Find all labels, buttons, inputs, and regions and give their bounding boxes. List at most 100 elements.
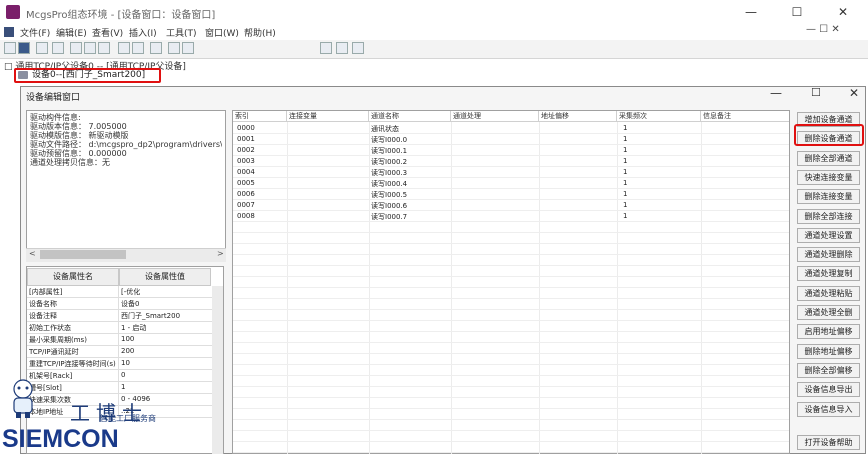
export-device-info-button[interactable]: 设备信息导出	[797, 382, 860, 398]
dialog-minimize-button[interactable]: —	[770, 86, 782, 100]
property-row[interactable]: 初始工作状态 1 - 启动	[27, 322, 223, 334]
channel-processing-paste-button[interactable]: 通道处理粘贴	[797, 285, 860, 301]
row-gridline	[233, 397, 789, 398]
preview-icon[interactable]	[52, 42, 64, 54]
cell-sample-frequency: 1	[623, 168, 628, 176]
grid-icon[interactable]	[182, 42, 194, 54]
open-device-help-button[interactable]: 打开设备帮助	[797, 435, 860, 450]
menu-insert[interactable]: 插入(I)	[129, 26, 157, 39]
property-value[interactable]: 设备0	[121, 299, 221, 309]
property-value[interactable]: 200	[121, 347, 221, 355]
cell-sample-frequency: 1	[623, 135, 628, 143]
arrange-icon[interactable]	[150, 42, 162, 54]
row-gridline	[233, 386, 789, 387]
property-value[interactable]: 0	[121, 371, 221, 379]
tree-device-node[interactable]: 设备0--[西门子_Smart200]	[14, 68, 161, 83]
row-gridline	[233, 331, 789, 332]
minimize-button[interactable]: —	[728, 0, 774, 24]
import-device-info-button[interactable]: 设备信息导入	[797, 401, 860, 417]
col-header-channel-processing[interactable]: 通道处理	[451, 111, 539, 121]
cell-index: 0000	[237, 124, 255, 132]
property-row[interactable]: 重建TCP/IP连接等待时间(s) 10	[27, 358, 223, 370]
dialog-maximize-button[interactable]: ☐	[811, 86, 821, 99]
property-value[interactable]: 西门子_Smart200	[121, 311, 221, 321]
delete-all-offsets-button[interactable]: 删除全部偏移	[797, 362, 860, 378]
property-row[interactable]: 设备名称 设备0	[27, 298, 223, 310]
document-icon[interactable]	[4, 27, 14, 37]
delete-link-variable-button[interactable]: 删除连接变量	[797, 189, 860, 205]
property-value[interactable]: 10	[121, 359, 221, 367]
property-row[interactable]: 设备注释 西门子_Smart200	[27, 310, 223, 322]
menu-help[interactable]: 帮助(H)	[244, 26, 276, 39]
scroll-left-arrow-icon[interactable]: <	[29, 249, 36, 258]
menu-tools[interactable]: 工具(T)	[166, 26, 197, 39]
print-icon[interactable]	[36, 42, 48, 54]
property-row[interactable]: 槽号[Slot] 1	[27, 382, 223, 394]
col-header-address-offset[interactable]: 地址偏移	[539, 111, 617, 121]
property-value[interactable]: 100	[121, 335, 221, 343]
row-gridline	[233, 199, 789, 200]
save-icon[interactable]	[18, 42, 30, 54]
row-gridline	[233, 287, 789, 288]
cell-sample-frequency: 1	[623, 190, 628, 198]
info-line: 通道处理拷贝信息：无	[30, 158, 110, 167]
new-icon[interactable]	[4, 42, 16, 54]
property-name: 槽号[Slot]	[29, 384, 62, 392]
property-row[interactable]: 机架号[Rack] 0	[27, 370, 223, 382]
app-icon	[6, 5, 20, 19]
property-row[interactable]: 最小采集周期(ms) 100	[27, 334, 223, 346]
scrollbar-thumb[interactable]	[40, 250, 126, 259]
col-header-sample-frequency[interactable]: 采集频次	[617, 111, 701, 121]
cut-icon[interactable]	[70, 42, 82, 54]
channel-tool-icon[interactable]	[352, 42, 364, 54]
property-value[interactable]: 1 - 启动	[121, 323, 221, 333]
row-gridline	[233, 430, 789, 431]
scroll-right-arrow-icon[interactable]: >	[217, 249, 224, 258]
col-header-channel-name[interactable]: 通道名称	[369, 111, 451, 121]
row-gridline	[233, 364, 789, 365]
variable-tool-icon[interactable]	[336, 42, 348, 54]
mascot-logo	[13, 379, 33, 418]
col-header-variable[interactable]: 连接变量	[287, 111, 369, 121]
col-header-remarks[interactable]: 信息备注	[701, 111, 789, 121]
enable-address-offset-button[interactable]: 启用地址偏移	[797, 324, 860, 340]
property-row[interactable]: [内部属性] [-优化	[27, 286, 223, 298]
channel-processing-delete-button[interactable]: 通道处理删除	[797, 247, 860, 263]
delete-all-links-button[interactable]: 删除全部连接	[797, 208, 860, 224]
property-name: 最小采集周期(ms)	[29, 336, 87, 344]
property-row[interactable]: TCP/IP通讯延时 200	[27, 346, 223, 358]
cell-divider	[118, 310, 119, 322]
property-value[interactable]: [-优化	[121, 287, 221, 297]
row-gridline	[233, 353, 789, 354]
redo-icon[interactable]	[132, 42, 144, 54]
property-vertical-scrollbar[interactable]	[212, 286, 223, 454]
channel-processing-delete-all-button[interactable]: 通道处理全删	[797, 305, 860, 320]
cell-sample-frequency: 1	[623, 179, 628, 187]
device-tool-icon[interactable]	[320, 42, 332, 54]
channel-processing-set-button[interactable]: 通道处理设置	[797, 227, 860, 243]
delete-address-offset-button[interactable]: 删除地址偏移	[797, 343, 860, 359]
undo-icon[interactable]	[118, 42, 130, 54]
row-gridline	[233, 342, 789, 343]
property-name: 重建TCP/IP连接等待时间(s)	[29, 360, 116, 368]
quick-link-variable-button[interactable]: 快速连接变量	[797, 169, 860, 185]
menu-window[interactable]: 窗口(W)	[205, 26, 239, 39]
close-button[interactable]: ✕	[820, 0, 866, 24]
channel-processing-copy-button[interactable]: 通道处理复制	[797, 266, 860, 282]
col-header-index[interactable]: 索引	[233, 111, 287, 121]
mdi-controls[interactable]: — ☐ ✕	[806, 24, 840, 35]
row-gridline	[233, 265, 789, 266]
menu-file[interactable]: 文件(F)	[20, 26, 50, 39]
row-gridline	[233, 210, 789, 211]
copy-icon[interactable]	[84, 42, 96, 54]
property-value[interactable]: 1	[121, 383, 221, 391]
delete-all-channels-button[interactable]: 删除全部通道	[797, 150, 860, 166]
align-icon[interactable]	[168, 42, 180, 54]
row-gridline	[233, 408, 789, 409]
paste-icon[interactable]	[98, 42, 110, 54]
maximize-button[interactable]: ☐	[774, 0, 820, 24]
menu-edit[interactable]: 编辑(E)	[56, 26, 87, 39]
dialog-close-button[interactable]: ✕	[849, 86, 859, 100]
row-gridline	[233, 419, 789, 420]
menu-view[interactable]: 查看(V)	[92, 26, 123, 39]
